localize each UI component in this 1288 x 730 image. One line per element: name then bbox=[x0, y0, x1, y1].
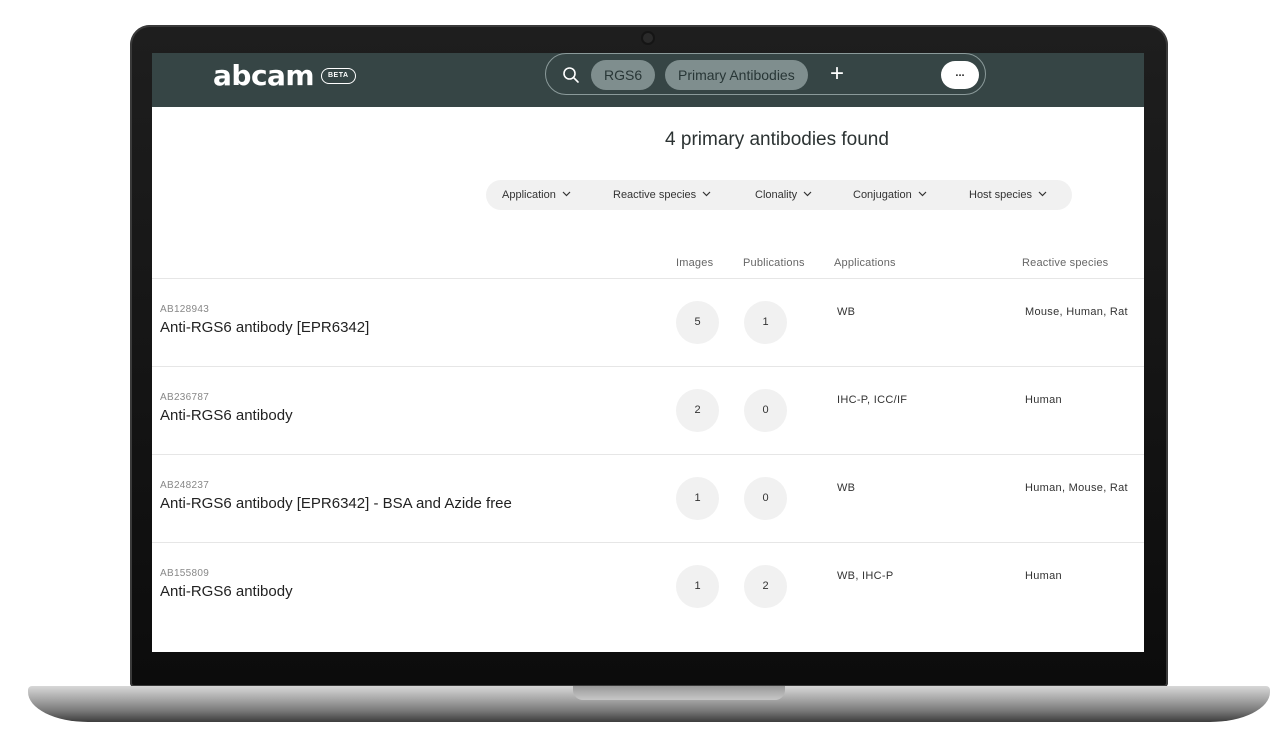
search-chip-primary-antibodies[interactable]: Primary Antibodies bbox=[665, 60, 808, 90]
product-name[interactable]: Anti-RGS6 antibody bbox=[160, 583, 293, 600]
publications-count[interactable]: 0 bbox=[744, 389, 787, 432]
product-id: AB155809 bbox=[160, 568, 210, 579]
product-name[interactable]: Anti-RGS6 antibody [EPR6342] bbox=[160, 319, 369, 336]
filter-label: Host species bbox=[969, 189, 1032, 201]
more-options-button[interactable]: ... bbox=[941, 61, 979, 89]
filter-label: Clonality bbox=[755, 189, 798, 201]
filter-host-species[interactable]: Host species bbox=[969, 180, 1047, 210]
product-name[interactable]: Anti-RGS6 antibody bbox=[160, 407, 293, 424]
camera-icon bbox=[643, 33, 653, 43]
table-row[interactable]: AB155809 Anti-RGS6 antibody 1 2 WB, IHC-… bbox=[152, 543, 1144, 631]
beta-badge: BETA bbox=[321, 68, 356, 84]
laptop-notch bbox=[573, 686, 785, 700]
applications-cell: WB bbox=[837, 306, 856, 318]
chevron-down-icon bbox=[918, 191, 927, 197]
laptop-base bbox=[28, 686, 1270, 722]
images-count[interactable]: 1 bbox=[676, 477, 719, 520]
applications-cell: WB bbox=[837, 482, 856, 494]
app-screen: abcam BETA RGS6 Primary Antibodies + ...… bbox=[152, 53, 1144, 652]
column-header-reactive-species[interactable]: Reactive species bbox=[1022, 257, 1108, 269]
product-id: AB128943 bbox=[160, 304, 210, 315]
publications-count[interactable]: 1 bbox=[744, 301, 787, 344]
filter-label: Reactive species bbox=[613, 189, 697, 201]
reactive-species-cell: Human bbox=[1025, 394, 1062, 406]
images-count[interactable]: 2 bbox=[676, 389, 719, 432]
applications-cell: IHC-P, ICC/IF bbox=[837, 394, 908, 406]
filter-label: Application bbox=[502, 189, 556, 201]
product-id: AB248237 bbox=[160, 480, 210, 491]
chevron-down-icon bbox=[803, 191, 812, 197]
column-header-images[interactable]: Images bbox=[676, 257, 713, 269]
table-row[interactable]: AB128943 Anti-RGS6 antibody [EPR6342] 5 … bbox=[152, 279, 1144, 367]
product-id: AB236787 bbox=[160, 392, 210, 403]
reactive-species-cell: Mouse, Human, Rat bbox=[1025, 306, 1128, 318]
results-title: 4 primary antibodies found bbox=[665, 129, 889, 150]
table-row[interactable]: AB236787 Anti-RGS6 antibody 2 0 IHC-P, I… bbox=[152, 367, 1144, 455]
chevron-down-icon bbox=[1038, 191, 1047, 197]
filter-bar: Application Reactive species Clonality C… bbox=[486, 180, 1072, 210]
chevron-down-icon bbox=[702, 191, 711, 197]
search-icon[interactable] bbox=[562, 66, 580, 84]
search-bar[interactable]: RGS6 Primary Antibodies + ... bbox=[545, 53, 986, 95]
reactive-species-cell: Human, Mouse, Rat bbox=[1025, 482, 1128, 494]
filter-label: Conjugation bbox=[853, 189, 912, 201]
publications-count[interactable]: 0 bbox=[744, 477, 787, 520]
column-header-publications[interactable]: Publications bbox=[743, 257, 805, 269]
filter-application[interactable]: Application bbox=[502, 180, 571, 210]
images-count[interactable]: 1 bbox=[676, 565, 719, 608]
applications-cell: WB, IHC-P bbox=[837, 570, 894, 582]
table-row[interactable]: AB248237 Anti-RGS6 antibody [EPR6342] - … bbox=[152, 455, 1144, 543]
reactive-species-cell: Human bbox=[1025, 570, 1062, 582]
chevron-down-icon bbox=[562, 191, 571, 197]
abcam-logo[interactable]: abcam bbox=[213, 59, 315, 92]
filter-clonality[interactable]: Clonality bbox=[755, 180, 812, 210]
add-filter-button[interactable]: + bbox=[830, 58, 844, 90]
filter-reactive-species[interactable]: Reactive species bbox=[613, 180, 711, 210]
search-chip-rgs6[interactable]: RGS6 bbox=[591, 60, 656, 90]
filter-conjugation[interactable]: Conjugation bbox=[853, 180, 927, 210]
product-name[interactable]: Anti-RGS6 antibody [EPR6342] - BSA and A… bbox=[160, 495, 512, 512]
images-count[interactable]: 5 bbox=[676, 301, 719, 344]
top-bar: abcam BETA RGS6 Primary Antibodies + ... bbox=[152, 53, 1144, 107]
publications-count[interactable]: 2 bbox=[744, 565, 787, 608]
column-header-applications[interactable]: Applications bbox=[834, 257, 896, 269]
